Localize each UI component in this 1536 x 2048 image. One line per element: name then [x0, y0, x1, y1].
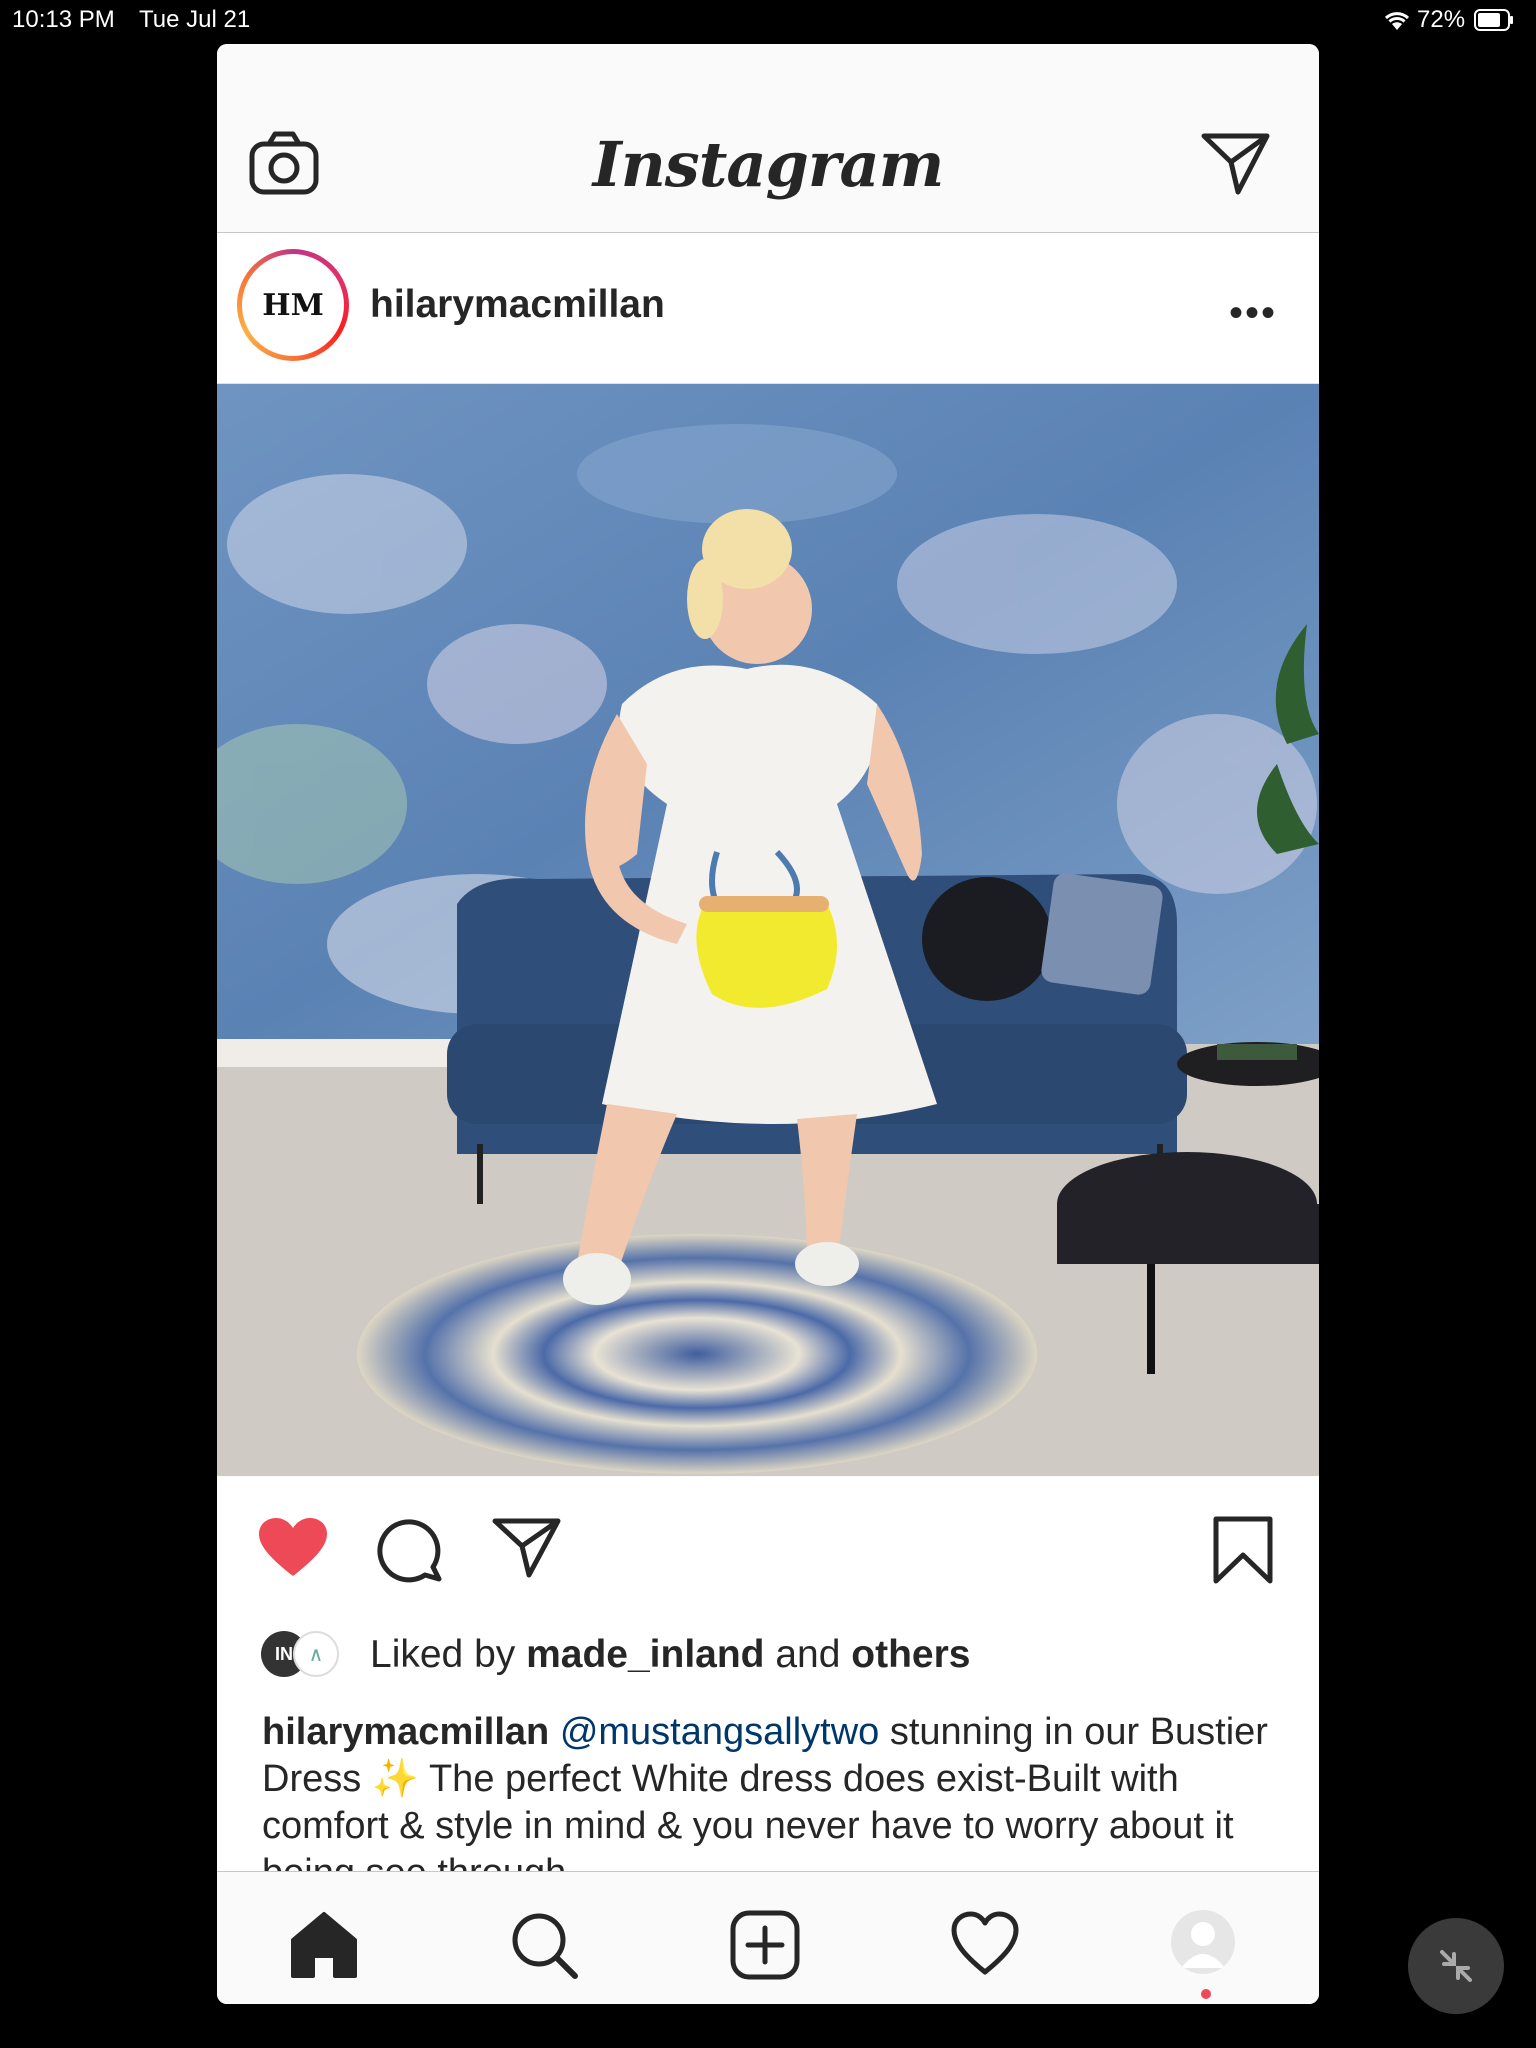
caption-mention[interactable]: @mustangsallytwo: [560, 1711, 879, 1753]
caption-username[interactable]: hilarymacmillan: [262, 1711, 549, 1753]
like-heart-icon[interactable]: [257, 1516, 329, 1580]
app-header: Instagram: [217, 44, 1319, 233]
liked-by-prefix: Liked by: [370, 1633, 516, 1676]
share-icon[interactable]: [492, 1517, 562, 1579]
activity-heart-icon[interactable]: [950, 1910, 1020, 1980]
liked-by-user[interactable]: made_inland: [526, 1633, 764, 1676]
status-time: 10:13 PM: [12, 6, 115, 33]
collapse-arrows-icon: [1440, 1950, 1472, 1982]
post-actions: [217, 1477, 1319, 1617]
bookmark-icon[interactable]: [1212, 1515, 1274, 1585]
caption-text: hilarymacmillan @mustangsallytwo stunnin…: [262, 1709, 1282, 1897]
liked-by-text[interactable]: Liked by made_inland and others: [370, 1633, 970, 1677]
notification-dot: [1201, 1989, 1211, 1999]
comment-icon[interactable]: [375, 1517, 445, 1583]
instagram-app-window: Instagram HM hilarymacmillan ••• IN ∧ Li…: [217, 44, 1319, 2004]
post-photo[interactable]: [217, 384, 1319, 1476]
battery-icon: [1474, 9, 1513, 31]
more-options-icon[interactable]: •••: [1229, 291, 1277, 336]
minimize-window-button[interactable]: [1408, 1918, 1504, 2014]
post-photo-illustration: [217, 384, 1319, 1476]
wifi-icon: [1384, 12, 1410, 30]
home-icon[interactable]: [289, 1910, 359, 1980]
avatar: HM: [242, 254, 344, 356]
liker-avatar-mountain-icon: ∧: [293, 1631, 339, 1677]
likes-row[interactable]: IN ∧ Liked by made_inland and others: [217, 1617, 1319, 1697]
instagram-logo: Instagram: [592, 128, 945, 201]
status-date: Tue Jul 21: [139, 6, 251, 33]
battery-percent: 72%: [1417, 6, 1466, 33]
profile-avatar[interactable]: [1171, 1910, 1235, 1974]
search-icon[interactable]: [509, 1910, 579, 1980]
liked-by-others[interactable]: others: [851, 1633, 970, 1676]
post-header: HM hilarymacmillan •••: [217, 233, 1319, 384]
story-ring[interactable]: HM: [237, 249, 349, 361]
bottom-tab-bar: [217, 1871, 1319, 2004]
post-username[interactable]: hilarymacmillan: [370, 283, 665, 327]
direct-message-icon[interactable]: [1201, 132, 1271, 196]
new-post-icon[interactable]: [730, 1910, 800, 1980]
status-bar: 10:13 PM Tue Jul 21 72%: [0, 0, 1536, 40]
liked-by-and: and: [775, 1633, 841, 1676]
profile-placeholder-icon: [1181, 1922, 1225, 1968]
